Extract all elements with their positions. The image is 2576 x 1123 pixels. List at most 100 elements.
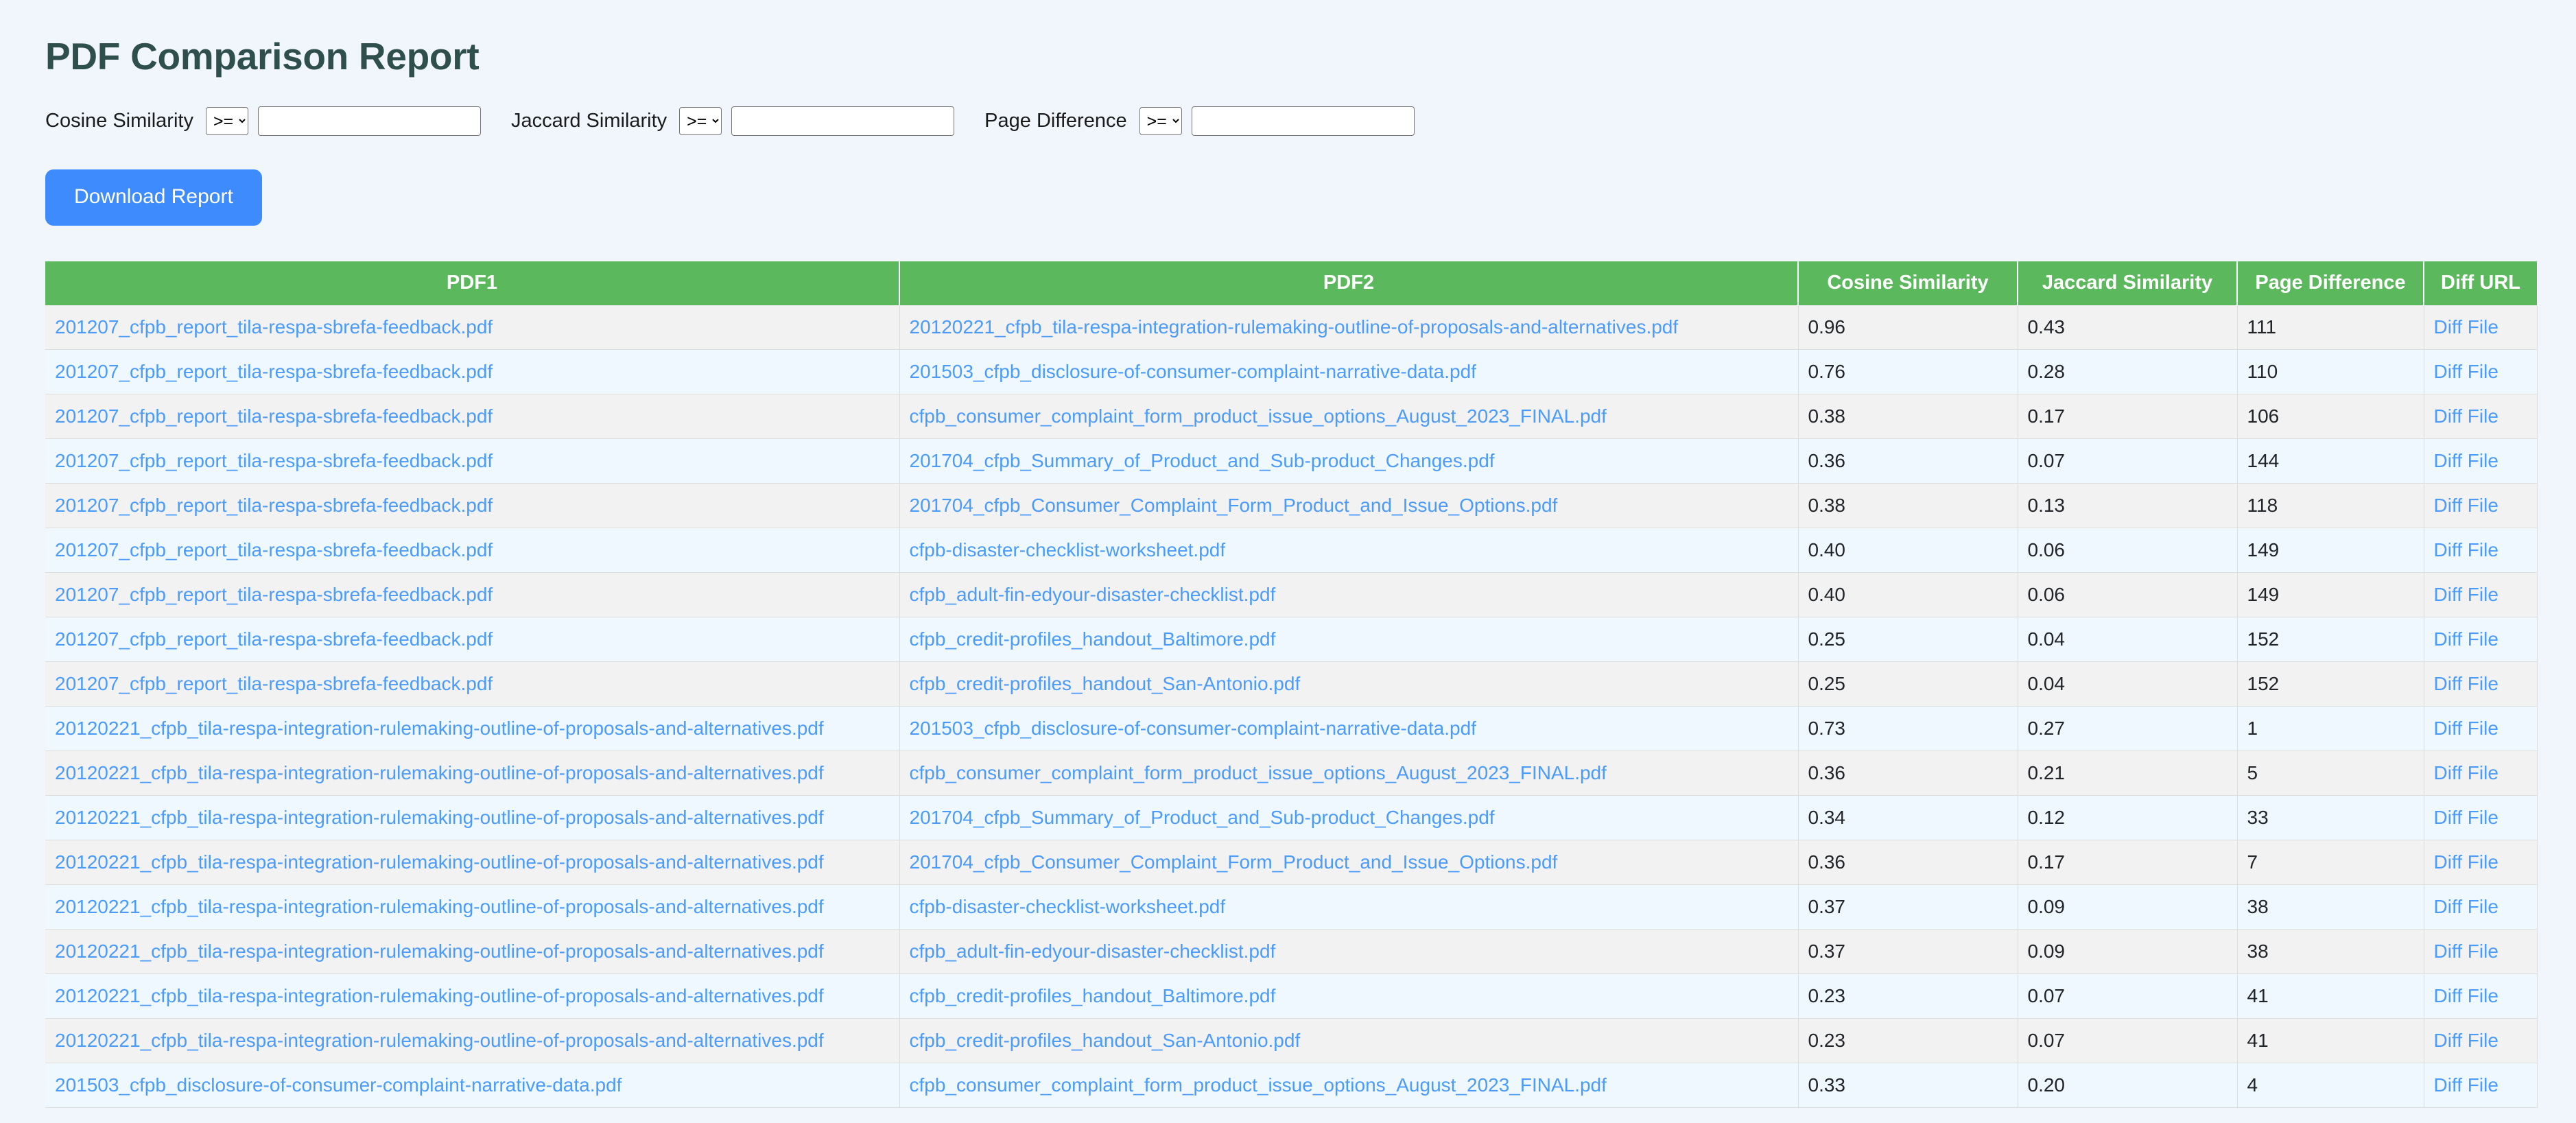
download-report-button[interactable]: Download Report bbox=[45, 169, 262, 226]
cell-pdf1-link[interactable]: 201207_cfpb_report_tila-respa-sbrefa-fee… bbox=[55, 405, 493, 427]
cell-pdf2[interactable]: 201704_cfpb_Consumer_Complaint_Form_Prod… bbox=[899, 840, 1799, 885]
cell-diff-url[interactable]: Diff File bbox=[2424, 1018, 2538, 1063]
cell-pdf1-link[interactable]: 20120221_cfpb_tila-respa-integration-rul… bbox=[55, 718, 824, 739]
cell-pdf2[interactable]: cfpb_consumer_complaint_form_product_iss… bbox=[899, 750, 1799, 796]
cell-pdf1[interactable]: 20120221_cfpb_tila-respa-integration-rul… bbox=[45, 884, 900, 930]
cell-diff-url[interactable]: Diff File bbox=[2424, 617, 2538, 662]
cell-diff-url[interactable]: Diff File bbox=[2424, 528, 2538, 573]
cell-diff-url[interactable]: Diff File bbox=[2424, 840, 2538, 885]
cell-pdf1-link[interactable]: 201207_cfpb_report_tila-respa-sbrefa-fee… bbox=[55, 361, 493, 382]
cell-diff-url[interactable]: Diff File bbox=[2424, 884, 2538, 930]
cell-diff-url-link[interactable]: Diff File bbox=[2434, 762, 2498, 783]
cell-pdf1-link[interactable]: 20120221_cfpb_tila-respa-integration-rul… bbox=[55, 851, 824, 873]
cell-pdf1[interactable]: 201207_cfpb_report_tila-respa-sbrefa-fee… bbox=[45, 572, 900, 617]
cell-diff-url[interactable]: Diff File bbox=[2424, 438, 2538, 484]
cell-pdf2[interactable]: 201704_cfpb_Summary_of_Product_and_Sub-p… bbox=[899, 438, 1799, 484]
cell-pdf2-link[interactable]: cfpb_adult-fin-edyour-disaster-checklist… bbox=[910, 941, 1276, 962]
cell-pdf2[interactable]: cfpb-disaster-checklist-worksheet.pdf bbox=[899, 528, 1799, 573]
cell-pdf2[interactable]: cfpb_credit-profiles_handout_Baltimore.p… bbox=[899, 617, 1799, 662]
cell-diff-url[interactable]: Diff File bbox=[2424, 1063, 2538, 1108]
filter-operator-jaccard[interactable]: >= bbox=[679, 107, 722, 135]
cell-pdf2[interactable]: 201704_cfpb_Consumer_Complaint_Form_Prod… bbox=[899, 483, 1799, 528]
cell-diff-url[interactable]: Diff File bbox=[2424, 929, 2538, 974]
cell-pdf2[interactable]: 201503_cfpb_disclosure-of-consumer-compl… bbox=[899, 706, 1799, 751]
cell-diff-url-link[interactable]: Diff File bbox=[2434, 450, 2498, 471]
cell-diff-url-link[interactable]: Diff File bbox=[2434, 539, 2498, 560]
cell-diff-url[interactable]: Diff File bbox=[2424, 572, 2538, 617]
cell-diff-url-link[interactable]: Diff File bbox=[2434, 673, 2498, 694]
cell-pdf1-link[interactable]: 20120221_cfpb_tila-respa-integration-rul… bbox=[55, 762, 824, 783]
cell-pdf2-link[interactable]: 201704_cfpb_Consumer_Complaint_Form_Prod… bbox=[910, 851, 1558, 873]
cell-diff-url-link[interactable]: Diff File bbox=[2434, 628, 2498, 650]
cell-pdf1-link[interactable]: 201207_cfpb_report_tila-respa-sbrefa-fee… bbox=[55, 495, 493, 516]
cell-diff-url-link[interactable]: Diff File bbox=[2434, 1074, 2498, 1096]
cell-pdf2[interactable]: 201503_cfpb_disclosure-of-consumer-compl… bbox=[899, 349, 1799, 394]
cell-pdf2-link[interactable]: cfpb_adult-fin-edyour-disaster-checklist… bbox=[910, 584, 1276, 605]
cell-diff-url-link[interactable]: Diff File bbox=[2434, 807, 2498, 828]
cell-diff-url[interactable]: Diff File bbox=[2424, 305, 2538, 350]
cell-pdf2-link[interactable]: 201704_cfpb_Summary_of_Product_and_Sub-p… bbox=[910, 450, 1495, 471]
column-header-cosine-similarity[interactable]: Cosine Similarity bbox=[1798, 261, 2018, 305]
cell-diff-url-link[interactable]: Diff File bbox=[2434, 495, 2498, 516]
cell-pdf2-link[interactable]: 201503_cfpb_disclosure-of-consumer-compl… bbox=[910, 718, 1476, 739]
cell-pdf1[interactable]: 20120221_cfpb_tila-respa-integration-rul… bbox=[45, 1018, 900, 1063]
cell-pdf1[interactable]: 201207_cfpb_report_tila-respa-sbrefa-fee… bbox=[45, 528, 900, 573]
cell-diff-url-link[interactable]: Diff File bbox=[2434, 985, 2498, 1006]
cell-diff-url-link[interactable]: Diff File bbox=[2434, 718, 2498, 739]
cell-diff-url-link[interactable]: Diff File bbox=[2434, 1030, 2498, 1051]
cell-diff-url-link[interactable]: Diff File bbox=[2434, 896, 2498, 917]
cell-pdf1[interactable]: 20120221_cfpb_tila-respa-integration-rul… bbox=[45, 973, 900, 1019]
cell-pdf2-link[interactable]: cfpb_credit-profiles_handout_San-Antonio… bbox=[910, 673, 1301, 694]
cell-pdf1-link[interactable]: 201207_cfpb_report_tila-respa-sbrefa-fee… bbox=[55, 628, 493, 650]
cell-pdf2[interactable]: cfpb_adult-fin-edyour-disaster-checklist… bbox=[899, 572, 1799, 617]
cell-pdf1[interactable]: 201207_cfpb_report_tila-respa-sbrefa-fee… bbox=[45, 617, 900, 662]
cell-diff-url[interactable]: Diff File bbox=[2424, 349, 2538, 394]
cell-diff-url-link[interactable]: Diff File bbox=[2434, 405, 2498, 427]
cell-pdf2[interactable]: 201704_cfpb_Summary_of_Product_and_Sub-p… bbox=[899, 795, 1799, 840]
cell-pdf2[interactable]: cfpb_consumer_complaint_form_product_iss… bbox=[899, 394, 1799, 439]
cell-pdf2-link[interactable]: cfpb_consumer_complaint_form_product_iss… bbox=[910, 762, 1607, 783]
column-header-diff-url[interactable]: Diff URL bbox=[2424, 261, 2537, 305]
cell-pdf1-link[interactable]: 201207_cfpb_report_tila-respa-sbrefa-fee… bbox=[55, 450, 493, 471]
column-header-page-difference[interactable]: Page Difference bbox=[2237, 261, 2424, 305]
cell-pdf1[interactable]: 20120221_cfpb_tila-respa-integration-rul… bbox=[45, 750, 900, 796]
cell-pdf1-link[interactable]: 20120221_cfpb_tila-respa-integration-rul… bbox=[55, 896, 824, 917]
cell-pdf2[interactable]: cfpb_credit-profiles_handout_San-Antonio… bbox=[899, 661, 1799, 707]
cell-pdf1-link[interactable]: 20120221_cfpb_tila-respa-integration-rul… bbox=[55, 1030, 824, 1051]
cell-pdf2-link[interactable]: cfpb_credit-profiles_handout_Baltimore.p… bbox=[910, 628, 1276, 650]
cell-diff-url[interactable]: Diff File bbox=[2424, 661, 2538, 707]
cell-pdf1-link[interactable]: 20120221_cfpb_tila-respa-integration-rul… bbox=[55, 941, 824, 962]
cell-pdf2-link[interactable]: 201503_cfpb_disclosure-of-consumer-compl… bbox=[910, 361, 1476, 382]
cell-pdf1[interactable]: 201207_cfpb_report_tila-respa-sbrefa-fee… bbox=[45, 305, 900, 350]
cell-pdf2[interactable]: cfpb_adult-fin-edyour-disaster-checklist… bbox=[899, 929, 1799, 974]
cell-pdf2[interactable]: cfpb_credit-profiles_handout_San-Antonio… bbox=[899, 1018, 1799, 1063]
cell-diff-url-link[interactable]: Diff File bbox=[2434, 941, 2498, 962]
cell-diff-url[interactable]: Diff File bbox=[2424, 706, 2538, 751]
cell-pdf1[interactable]: 20120221_cfpb_tila-respa-integration-rul… bbox=[45, 706, 900, 751]
cell-diff-url[interactable]: Diff File bbox=[2424, 750, 2538, 796]
cell-pdf2-link[interactable]: 201704_cfpb_Summary_of_Product_and_Sub-p… bbox=[910, 807, 1495, 828]
cell-diff-url-link[interactable]: Diff File bbox=[2434, 361, 2498, 382]
cell-pdf2[interactable]: cfpb-disaster-checklist-worksheet.pdf bbox=[899, 884, 1799, 930]
cell-pdf2-link[interactable]: cfpb-disaster-checklist-worksheet.pdf bbox=[910, 896, 1226, 917]
cell-pdf1[interactable]: 201207_cfpb_report_tila-respa-sbrefa-fee… bbox=[45, 394, 900, 439]
cell-pdf1-link[interactable]: 201207_cfpb_report_tila-respa-sbrefa-fee… bbox=[55, 539, 493, 560]
cell-pdf2[interactable]: cfpb_credit-profiles_handout_Baltimore.p… bbox=[899, 973, 1799, 1019]
cell-pdf2-link[interactable]: cfpb_credit-profiles_handout_San-Antonio… bbox=[910, 1030, 1301, 1051]
cell-pdf1-link[interactable]: 201503_cfpb_disclosure-of-consumer-compl… bbox=[55, 1074, 622, 1096]
cell-pdf1-link[interactable]: 201207_cfpb_report_tila-respa-sbrefa-fee… bbox=[55, 316, 493, 338]
column-header-pdf2[interactable]: PDF2 bbox=[899, 261, 1799, 305]
cell-pdf1[interactable]: 201207_cfpb_report_tila-respa-sbrefa-fee… bbox=[45, 438, 900, 484]
cell-diff-url-link[interactable]: Diff File bbox=[2434, 316, 2498, 338]
cell-pdf1[interactable]: 20120221_cfpb_tila-respa-integration-rul… bbox=[45, 929, 900, 974]
cell-pdf1-link[interactable]: 20120221_cfpb_tila-respa-integration-rul… bbox=[55, 985, 824, 1006]
cell-pdf2-link[interactable]: 20120221_cfpb_tila-respa-integration-rul… bbox=[910, 316, 1679, 338]
cell-pdf1[interactable]: 201207_cfpb_report_tila-respa-sbrefa-fee… bbox=[45, 483, 900, 528]
filter-operator-cosine[interactable]: >= bbox=[205, 107, 248, 135]
column-header-jaccard-similarity[interactable]: Jaccard Similarity bbox=[2018, 261, 2238, 305]
cell-pdf1-link[interactable]: 201207_cfpb_report_tila-respa-sbrefa-fee… bbox=[55, 584, 493, 605]
cell-diff-url[interactable]: Diff File bbox=[2424, 795, 2538, 840]
cell-diff-url[interactable]: Diff File bbox=[2424, 483, 2538, 528]
column-header-pdf1[interactable]: PDF1 bbox=[45, 261, 900, 305]
cell-pdf2[interactable]: 20120221_cfpb_tila-respa-integration-rul… bbox=[899, 305, 1799, 350]
